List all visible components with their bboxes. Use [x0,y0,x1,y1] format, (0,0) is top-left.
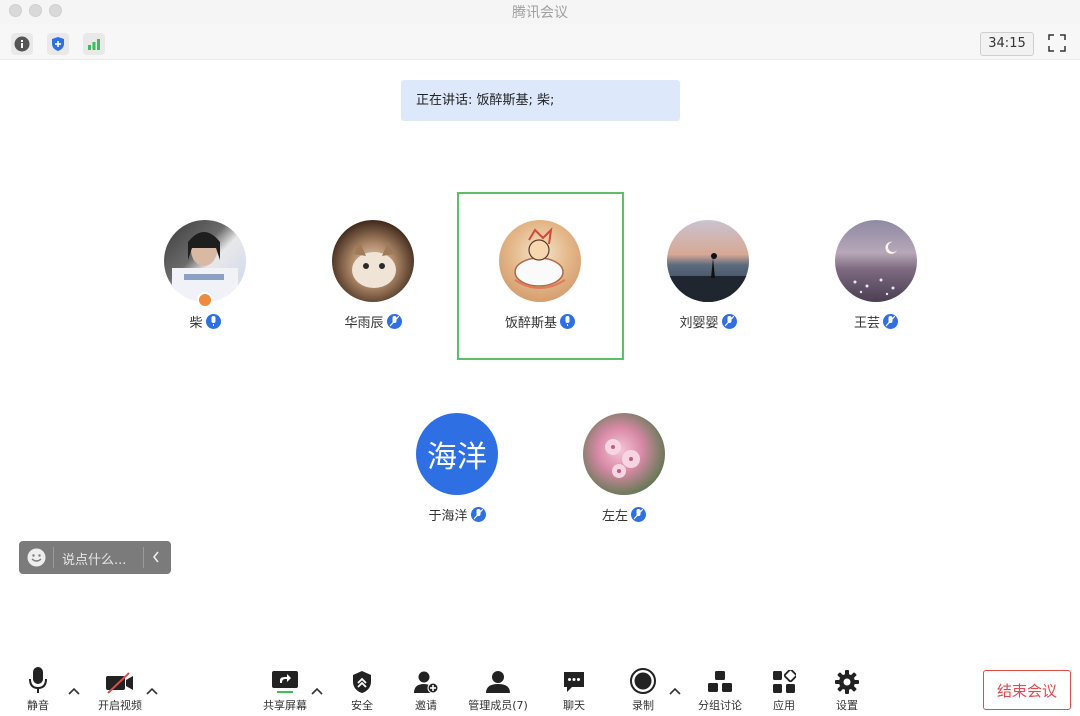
members-icon [466,666,530,694]
settings-button[interactable]: 设置 [831,666,863,713]
microphone-muted-icon [631,507,646,522]
participant-name: 王芸 [853,316,880,331]
share-screen-button[interactable]: 共享屏幕 [260,666,310,713]
shield-icon[interactable] [47,33,69,55]
participant-name: 刘婴婴 [679,316,719,331]
video-options-chevron-up-icon[interactable] [146,684,158,698]
divider [53,547,54,568]
apps-icon [768,666,800,694]
breakout-rooms-button[interactable]: 分组讨论 [696,666,744,713]
avatar [499,220,581,302]
participant-tile[interactable]: 饭醉斯基 [480,220,600,331]
participant-tile[interactable]: 海洋 于海洋 [397,413,517,524]
video-off-icon [96,666,144,694]
record-button[interactable]: 录制 [627,666,659,713]
microphone-muted-icon [721,314,737,329]
chat-button[interactable]: 聊天 [558,666,590,713]
microphone-muted-icon [470,507,486,522]
info-icon[interactable] [11,33,33,55]
participant-name: 左左 [601,509,628,524]
record-icon [627,666,659,694]
mute-options-chevron-up-icon[interactable] [68,684,80,698]
mute-button[interactable]: 静音 [22,666,54,713]
participant-tile[interactable]: 刘婴婴 [648,220,768,331]
emoji-icon[interactable] [27,548,46,571]
share-options-chevron-up-icon[interactable] [311,684,323,698]
microphone-icon [22,666,54,694]
top-toolbar: 34:15 [0,24,1080,60]
chat-placeholder: 说点什么... [62,553,127,568]
participant-tile[interactable]: 左左 [564,413,684,524]
title-bar: 腾讯会议 [0,0,1080,24]
record-options-chevron-up-icon[interactable] [669,684,681,698]
divider [143,547,144,568]
chevron-left-icon[interactable] [151,549,161,569]
avatar: 海洋 [416,413,498,495]
invite-button[interactable]: 邀请 [410,666,442,713]
breakout-icon [696,666,744,694]
speaking-indicator: 正在讲话: 饭醉斯基; 柴; [401,80,680,121]
gear-icon [831,666,863,694]
participant-name: 华雨辰 [344,316,384,331]
meeting-timer: 34:15 [980,32,1034,56]
share-screen-icon [260,666,310,694]
avatar [332,220,414,302]
participant-tile[interactable]: 柴 [145,220,265,331]
avatar-initials: 海洋 [427,440,487,475]
window-title: 腾讯会议 [512,5,568,21]
avatar [667,220,749,302]
participant-tile[interactable]: 华雨辰 [313,220,433,331]
fullscreen-icon[interactable] [1046,32,1068,54]
microphone-muted-icon [883,314,898,329]
signal-icon[interactable] [83,33,105,55]
add-user-icon [410,666,442,694]
microphone-muted-icon [386,314,402,329]
participant-name: 于海洋 [428,509,468,524]
end-meeting-button[interactable]: 结束会议 [983,670,1071,710]
start-video-button[interactable]: 开启视频 [96,666,144,713]
microphone-icon [560,314,575,329]
microphone-icon [205,314,221,329]
avatar [583,413,665,495]
participant-name: 饭醉斯基 [504,316,557,331]
chat-quick-input[interactable]: 说点什么... [19,541,171,574]
bottom-toolbar: 静音 开启视频 共享屏幕 安全 邀请 管理成员(7) 聊天 录制 分组讨论 应用… [0,660,1080,716]
avatar [164,220,246,302]
security-button[interactable]: 安全 [346,666,378,713]
participant-tile[interactable]: 王芸 [816,220,936,331]
participant-name: 柴 [189,316,203,331]
apps-button[interactable]: 应用 [768,666,800,713]
manage-members-button[interactable]: 管理成员(7) [466,666,530,713]
chat-icon [558,666,590,694]
host-badge-icon [197,292,213,308]
shield-icon [346,666,378,694]
avatar [835,220,917,302]
